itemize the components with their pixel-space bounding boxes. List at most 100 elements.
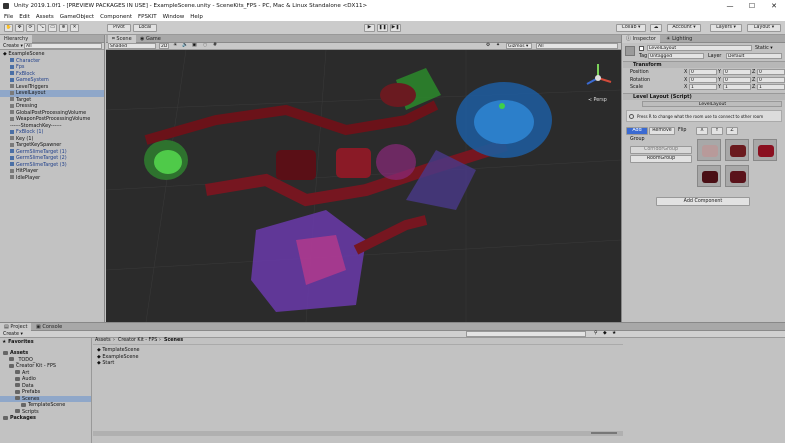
custom-tool-icon[interactable]: ✕ xyxy=(70,24,79,32)
transform-scale-z-field[interactable]: 1 xyxy=(757,84,785,90)
local-toggle[interactable]: Local xyxy=(133,24,157,32)
object-name-field[interactable]: LevelLayout xyxy=(647,45,752,51)
tab-hierarchy[interactable]: Hierarchy xyxy=(0,35,33,43)
collab-dropdown[interactable]: Collab ▾ xyxy=(616,24,646,32)
scene-search-input[interactable]: All xyxy=(536,43,618,49)
transform-scale-y-field[interactable]: 1 xyxy=(723,84,751,90)
menu-window[interactable]: Window xyxy=(163,14,185,20)
hierarchy-item[interactable]: IdlePlayer xyxy=(0,175,104,182)
room-thumb-3[interactable] xyxy=(753,139,777,161)
scene-fx-icon[interactable]: ✦ xyxy=(496,43,500,48)
grid-toggle-icon[interactable]: # xyxy=(213,43,217,48)
flip-y-button[interactable]: Y xyxy=(711,127,723,135)
transform-position-z-field[interactable]: 0 xyxy=(757,69,785,75)
hidden-objects-icon[interactable]: ◌ xyxy=(203,43,207,48)
menu-file[interactable]: File xyxy=(4,14,13,20)
breadcrumb-scenes[interactable]: Scenes xyxy=(164,338,183,343)
shading-mode-dropdown[interactable]: Shaded xyxy=(108,43,156,49)
room-thumb-2[interactable] xyxy=(725,139,749,161)
add-component-button[interactable]: Add Component xyxy=(656,197,750,206)
level-layout-header[interactable]: Level Layout (Script) xyxy=(623,93,785,100)
tab-lighting[interactable]: ☀ Lighting xyxy=(662,35,696,43)
project-search-input[interactable] xyxy=(466,331,586,337)
menu-fpskit[interactable]: FPSKIT xyxy=(138,14,157,20)
room-thumb-4[interactable] xyxy=(697,165,721,187)
scene-viewport[interactable]: ≺ Persp xyxy=(106,50,621,322)
corridor-group-button[interactable]: CorridorGroup xyxy=(630,146,692,154)
transform-position-x-field[interactable]: 0 xyxy=(689,69,717,75)
folder-icon xyxy=(3,350,8,355)
maximize-button[interactable]: ☐ xyxy=(741,0,763,12)
transform-position-y-field[interactable]: 0 xyxy=(723,69,751,75)
hierarchy-item-label: TargetKeySpawner xyxy=(16,142,62,148)
breadcrumb-assets[interactable]: Assets xyxy=(95,338,111,343)
scene-gizmo[interactable] xyxy=(582,62,614,94)
transform-rotation-x-field[interactable]: 0 xyxy=(689,76,717,83)
tab-inspector[interactable]: ⓘ Inspector xyxy=(622,35,660,43)
layer-dropdown[interactable]: Default xyxy=(726,53,782,59)
favorites-item[interactable]: ★ Favorites xyxy=(2,339,34,346)
transform-rotation-y-field[interactable]: 0 xyxy=(723,76,751,83)
pivot-toggle[interactable]: Pivot xyxy=(107,24,131,32)
transform-tool-icon[interactable]: ⊕ xyxy=(59,24,68,32)
tab-scene[interactable]: ⌗ Scene xyxy=(108,35,136,43)
effects-toggle-icon[interactable]: ▣ xyxy=(192,43,197,48)
filter-label-icon[interactable]: ◆ xyxy=(603,331,607,336)
project-folder-label: Prefabs xyxy=(22,389,41,395)
close-button[interactable]: ✕ xyxy=(763,0,785,12)
menu-edit[interactable]: Edit xyxy=(19,14,30,20)
level-geometry xyxy=(106,50,621,322)
filter-type-icon[interactable]: ⚲ xyxy=(594,331,598,336)
layout-dropdown[interactable]: Layout ▾ xyxy=(747,24,781,32)
menu-assets[interactable]: Assets xyxy=(36,14,54,20)
transform-header[interactable]: Transform xyxy=(623,61,785,68)
rotate-tool-icon[interactable]: ⟳ xyxy=(26,24,35,32)
move-tool-icon[interactable]: ✥ xyxy=(15,24,24,32)
favorite-star-icon[interactable]: ★ xyxy=(612,331,616,336)
hierarchy-create-button[interactable]: Create ▾ xyxy=(3,44,23,49)
mode-2d-toggle[interactable]: 2D xyxy=(159,43,169,49)
remove-mode-button[interactable]: Remove xyxy=(649,127,675,135)
scene-camera-icon[interactable]: ⚙ xyxy=(486,43,490,48)
tab-console[interactable]: ▣ Console xyxy=(32,323,66,331)
add-mode-button[interactable]: Add xyxy=(626,127,648,135)
project-file-item[interactable]: ◆ Start xyxy=(97,360,114,367)
menu-component[interactable]: Component xyxy=(100,14,132,20)
play-button[interactable]: ▶ xyxy=(364,24,375,32)
breadcrumb-creator-kit[interactable]: Creator Kit - FPS xyxy=(118,338,157,343)
pause-button[interactable]: ❚❚ xyxy=(377,24,388,32)
flip-x-button[interactable]: X xyxy=(696,127,708,135)
room-thumb-5[interactable] xyxy=(725,165,749,187)
menu-gameobject[interactable]: GameObject xyxy=(60,14,94,20)
tab-project[interactable]: ▤ Project xyxy=(0,323,32,331)
hand-tool-icon[interactable]: ✋ xyxy=(4,24,13,32)
room-group-button[interactable]: RoomGroup xyxy=(630,155,692,163)
transform-rotation-z-field[interactable]: 0 xyxy=(757,76,785,83)
step-button[interactable]: ▶❚ xyxy=(390,24,401,32)
tag-dropdown[interactable]: Untagged xyxy=(648,53,704,59)
scale-tool-icon[interactable]: ⤡ xyxy=(37,24,46,32)
lighting-toggle-icon[interactable]: ☀ xyxy=(173,43,177,48)
icon-size-slider[interactable] xyxy=(591,432,617,434)
cloud-icon[interactable]: ☁ xyxy=(650,24,662,32)
scene-tabstrip: ⌗ Scene ◉ Game xyxy=(106,35,621,43)
perspective-label[interactable]: ≺ Persp xyxy=(588,98,607,103)
minimize-button[interactable]: — xyxy=(719,0,741,12)
flip-z-button[interactable]: Z xyxy=(726,127,738,135)
account-dropdown[interactable]: Account ▾ xyxy=(667,24,701,32)
tab-game[interactable]: ◉ Game xyxy=(136,35,165,43)
pink-room xyxy=(376,144,416,180)
transform-scale-x-field[interactable]: 1 xyxy=(689,84,717,90)
audio-toggle-icon[interactable]: 🔈 xyxy=(182,43,188,48)
room-thumb-1[interactable] xyxy=(697,139,721,161)
hierarchy-search-input[interactable]: All xyxy=(24,43,102,49)
folder-icon xyxy=(15,389,20,394)
active-checkbox[interactable] xyxy=(639,46,644,51)
project-create-button[interactable]: Create ▾ xyxy=(3,332,23,337)
rect-tool-icon[interactable]: ▭ xyxy=(48,24,57,32)
project-folder-item[interactable]: Packages xyxy=(0,415,91,422)
layers-dropdown[interactable]: Layers ▾ xyxy=(710,24,742,32)
static-dropdown[interactable]: Static ▾ xyxy=(755,46,773,51)
menu-help[interactable]: Help xyxy=(190,14,203,20)
gizmos-dropdown[interactable]: Gizmos ▾ xyxy=(506,43,532,49)
